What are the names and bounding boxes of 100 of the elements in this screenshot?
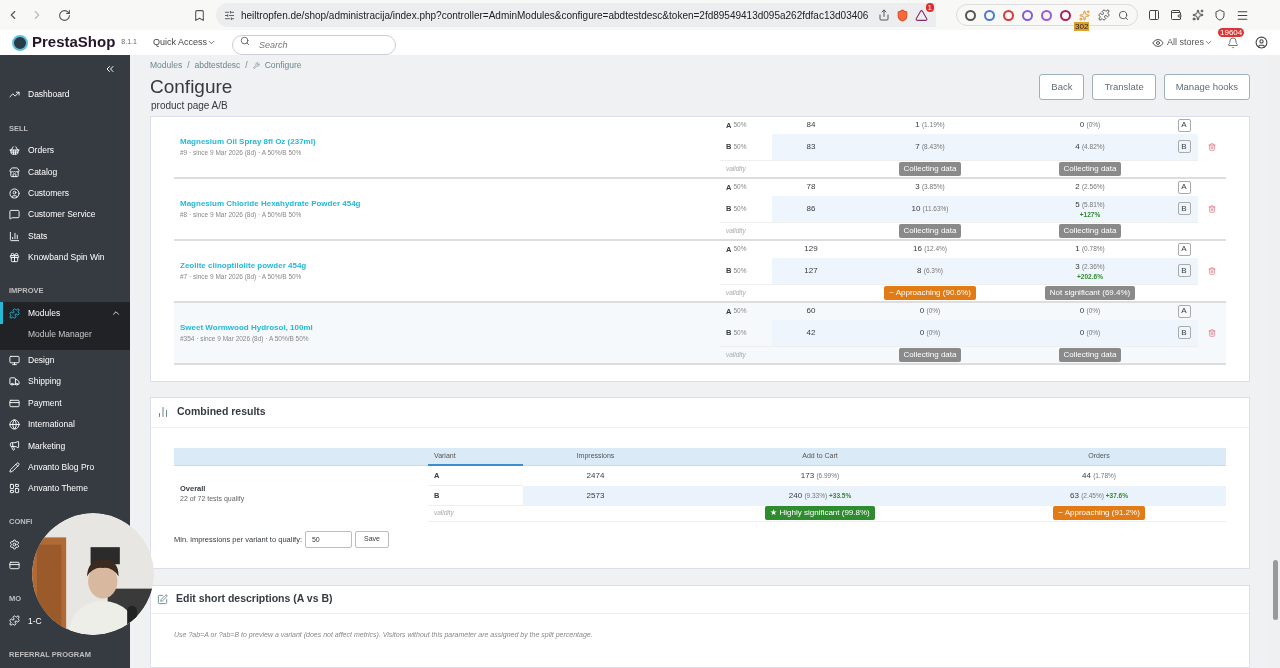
status-badge: Collecting data xyxy=(898,161,962,176)
menu-item-icon xyxy=(9,376,20,388)
notifications-icon[interactable] xyxy=(1227,36,1239,49)
sidebar-item[interactable]: Dashboard xyxy=(0,83,130,106)
extension-icon[interactable] xyxy=(984,9,995,21)
menu-item-icon xyxy=(9,538,20,550)
notification-count: 19604 xyxy=(1218,27,1245,37)
impressions-value: 42 xyxy=(806,326,816,339)
impressions-value: 2573 xyxy=(586,489,605,502)
menu-item-icon xyxy=(9,615,20,627)
search-icon[interactable] xyxy=(1118,9,1129,21)
page-subtitle: product page A/B xyxy=(151,98,229,113)
extension-icon[interactable] xyxy=(965,9,976,21)
sidebar-item[interactable]: 1-C xyxy=(0,610,46,632)
page-title: Configure xyxy=(150,75,234,98)
extension-icon[interactable] xyxy=(1022,9,1033,21)
menu-item-icon xyxy=(9,461,20,473)
impressions-value: 83 xyxy=(806,140,816,153)
sidebar-item[interactable]: Catalog xyxy=(0,161,62,183)
variant-tag: A xyxy=(1177,242,1191,256)
toolbar-button[interactable]: Manage hooks xyxy=(1163,74,1250,100)
impressions-value: 78 xyxy=(806,181,816,194)
breadcrumb-link[interactable]: Configure xyxy=(264,59,302,72)
impressions-value: 129 xyxy=(804,243,818,256)
reload-icon[interactable] xyxy=(58,8,71,22)
impressions-value: 84 xyxy=(806,119,816,132)
menu-icon[interactable] xyxy=(1236,8,1249,22)
sidebar-icon[interactable] xyxy=(1148,9,1160,21)
impressions-value: 60 xyxy=(806,305,816,318)
wallet-icon[interactable] xyxy=(1170,9,1182,21)
collapse-icon[interactable] xyxy=(104,63,116,75)
stores-dropdown[interactable]: All stores xyxy=(1167,35,1213,50)
shield-icon[interactable] xyxy=(1214,9,1226,21)
edit-icon xyxy=(157,593,168,605)
status-badge: Collecting data xyxy=(898,347,962,362)
triangle-icon[interactable] xyxy=(915,8,928,22)
user-icon[interactable] xyxy=(1255,36,1268,49)
extension-count-badge: 302 xyxy=(1074,21,1090,31)
status-badge: Collecting data xyxy=(898,223,962,238)
variant-tag: A xyxy=(1177,304,1191,318)
chart-icon xyxy=(157,406,169,419)
impressions-value: 2474 xyxy=(586,469,605,482)
sidebar-item[interactable]: Shipping xyxy=(0,371,66,393)
address-bar[interactable]: heiltropfen.de/shop/administracija/index.php?controller=AdminModules&configure=abdtestdesc&token=2fd89549413d095a262fdfac13d03406 1 xyxy=(216,3,936,27)
eye-icon xyxy=(1152,36,1164,49)
caret-icon xyxy=(1204,38,1213,47)
menu-item-icon xyxy=(9,354,20,366)
menu-item-icon xyxy=(9,560,20,572)
toolbar-button[interactable]: Translate xyxy=(1092,74,1156,100)
variant-tag: A xyxy=(1177,180,1191,194)
share-icon[interactable] xyxy=(878,9,890,21)
quick-access-button[interactable]: Quick Access xyxy=(152,35,216,50)
caret-icon xyxy=(206,38,216,47)
sidebar-item[interactable]: Design xyxy=(0,349,59,372)
sidebar-item[interactable]: Marketing xyxy=(0,435,70,457)
site-settings-icon[interactable] xyxy=(224,9,235,21)
search-icon xyxy=(239,35,250,46)
sidebar-item[interactable]: Customers xyxy=(0,182,74,205)
status-badge: Not significant (69.4%) xyxy=(1044,285,1136,300)
sidebar-item[interactable]: Knowband Spin Win xyxy=(0,246,109,269)
extension-icon[interactable] xyxy=(1060,9,1071,21)
sidebar-item[interactable]: Stats xyxy=(0,225,52,247)
status-badge: Collecting data xyxy=(1058,223,1122,238)
bookmark-icon[interactable] xyxy=(193,8,206,22)
submenu-item[interactable]: Module Manager xyxy=(0,323,130,350)
extension-icon[interactable] xyxy=(1003,9,1014,21)
sidebar-item[interactable]: Customer Service xyxy=(0,204,100,226)
url-text: heiltropfen.de/shop/administracija/index.php?controller=AdminModules&configure=abdtestdesc&token=2fd89549413d095a262fdfac13d03406 xyxy=(241,8,869,23)
sidebar-item[interactable]: Anvanto Blog Pro xyxy=(0,456,99,479)
breadcrumb-separator: / xyxy=(245,59,248,72)
breadcrumb-separator: / xyxy=(187,59,190,72)
breadcrumb-link[interactable]: abdtestdesc xyxy=(194,59,241,72)
panel-title: Edit short descriptions (A vs B) xyxy=(176,591,333,607)
sidebar-item[interactable]: Anvanto Theme xyxy=(0,478,92,500)
status-badge: Collecting data xyxy=(1058,161,1122,176)
sidebar-item[interactable]: Modules xyxy=(0,302,130,324)
menu-item-icon xyxy=(9,307,20,319)
extension-icon[interactable] xyxy=(1041,9,1052,21)
status-badge: Collecting data xyxy=(1058,347,1122,362)
sidebar-item[interactable]: Payment xyxy=(0,392,66,414)
sidebar-item[interactable]: Orders xyxy=(0,140,58,162)
menu-item-icon xyxy=(9,252,20,264)
sidebar-item[interactable]: International xyxy=(0,413,79,436)
status-badge: ★ Highly significant (99.8%) xyxy=(765,506,875,521)
variant-tag: B xyxy=(1177,140,1191,154)
search-field[interactable]: Search xyxy=(231,34,396,55)
panel-title: Combined results xyxy=(177,404,266,420)
extensions-icon[interactable] xyxy=(1098,9,1110,21)
sparkle-icon[interactable] xyxy=(1192,9,1204,21)
variant-tag: B xyxy=(1177,202,1191,216)
menu-item-icon xyxy=(9,187,20,199)
toolbar-button[interactable]: Back xyxy=(1039,74,1085,100)
variant-tag: A xyxy=(1177,118,1191,132)
menu-item-icon xyxy=(9,145,20,157)
variant-tag: B xyxy=(1177,264,1191,278)
breadcrumb-link[interactable]: Modules xyxy=(150,59,183,72)
impressions-value: 86 xyxy=(806,202,816,215)
menu-item-icon xyxy=(9,440,20,452)
lion-shield-icon[interactable] xyxy=(896,8,909,22)
impressions-value: 127 xyxy=(804,264,818,277)
